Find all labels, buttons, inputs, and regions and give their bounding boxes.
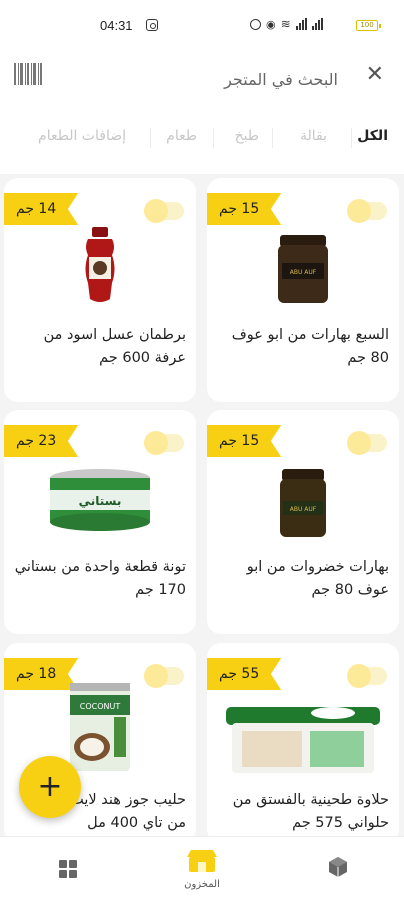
nav-item-box[interactable] xyxy=(318,837,358,900)
status-icons: ◉ ≋ xyxy=(250,17,323,31)
add-product-button[interactable]: + xyxy=(19,756,81,818)
product-image: ABU AUF xyxy=(207,450,399,550)
product-name: حليب جوز هند لايت من تاي 400 مل xyxy=(70,792,186,831)
svg-text:ABU AUF: ABU AUF xyxy=(290,506,317,513)
tab-cooking[interactable]: طبخ xyxy=(235,128,259,144)
signal-icon-2 xyxy=(311,18,323,30)
barcode-icon[interactable] xyxy=(14,63,42,85)
status-bar: 04:31 ◉ ≋ 100 xyxy=(0,0,404,52)
close-icon[interactable]: ✕ xyxy=(366,64,384,86)
tab-grocery[interactable]: بقالة xyxy=(300,128,327,144)
svg-text:بستاني: بستاني xyxy=(79,494,122,508)
product-card[interactable]: 23 جم بستاني تونة قطعة واحدة من بستاني 1… xyxy=(4,410,196,634)
product-image xyxy=(4,214,196,314)
product-name: تونة قطعة واحدة من بستاني 170 جم xyxy=(14,559,186,598)
grid-icon xyxy=(59,860,77,878)
search-input[interactable]: البحث في المتجر xyxy=(224,70,338,89)
store-icon xyxy=(185,849,219,877)
product-card[interactable]: 15 جم ABU AUF السبع بهارات من ابو عوف 80… xyxy=(207,178,399,402)
price-tag: 55 جم xyxy=(207,658,282,690)
product-card[interactable]: 15 جم ABU AUF بهارات خضروات من ابو عوف 8… xyxy=(207,410,399,634)
signal-icon xyxy=(295,18,307,30)
status-time: 04:31 xyxy=(100,18,133,33)
product-image: ABU AUF xyxy=(207,214,399,314)
product-card[interactable]: 14 جم برطمان عسل اسود من عرفة 600 جم xyxy=(4,178,196,402)
nav-item-grid[interactable] xyxy=(48,837,88,900)
battery-icon: 100 xyxy=(356,20,381,31)
alarm-icon xyxy=(250,18,261,30)
category-tabs: الكل بقالة طبخ طعام إضافات الطعام xyxy=(0,104,404,174)
nav-label-inventory: المخزون xyxy=(184,878,220,890)
select-toggle[interactable] xyxy=(347,664,387,688)
wifi-icon: ≋ xyxy=(280,17,291,31)
svg-text:ABU AUF: ABU AUF xyxy=(290,269,317,276)
search-bar: البحث في المتجر ✕ xyxy=(0,52,404,104)
svg-text:COCONUT: COCONUT xyxy=(80,702,121,711)
tab-food[interactable]: طعام xyxy=(166,128,197,144)
instagram-icon xyxy=(146,19,158,31)
product-name: برطمان عسل اسود من عرفة 600 جم xyxy=(43,327,186,366)
wifi-call-icon: ◉ xyxy=(266,17,276,31)
product-name: حلاوة طحينية بالفستق من حلواني 575 جم xyxy=(232,792,389,831)
product-name: السبع بهارات من ابو عوف 80 جم xyxy=(231,327,389,366)
nav-item-inventory[interactable]: المخزون xyxy=(172,837,232,900)
tab-all[interactable]: الكل xyxy=(357,128,388,144)
product-name: بهارات خضروات من ابو عوف 80 جم xyxy=(246,559,389,598)
product-image: بستاني xyxy=(4,450,196,550)
app-root: { "status_bar": {"time": "04:31", "batte… xyxy=(0,0,404,900)
bottom-nav: المخزون xyxy=(0,836,404,900)
product-image xyxy=(207,691,399,791)
tab-food-additions[interactable]: إضافات الطعام xyxy=(38,128,126,144)
box-icon xyxy=(327,856,349,882)
product-card[interactable]: 55 جم حلاوة طحينية بالفستق من حلواني 575… xyxy=(207,643,399,843)
